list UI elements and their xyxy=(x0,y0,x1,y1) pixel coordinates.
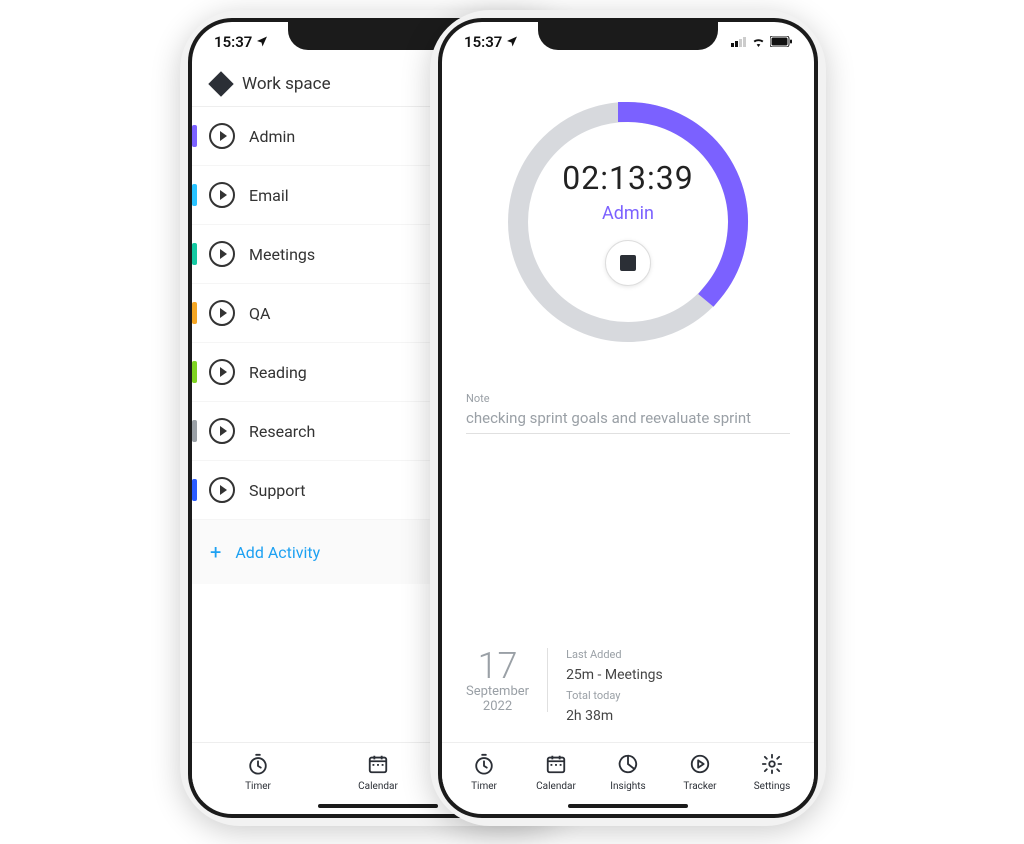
tab-bar: Timer Calendar Insights xyxy=(442,742,814,800)
stopwatch-icon xyxy=(247,753,269,778)
activity-label: Support xyxy=(249,481,305,500)
note-label: Note xyxy=(466,392,790,405)
tab-calendar[interactable]: Calendar xyxy=(528,753,584,792)
calendar-icon xyxy=(545,753,567,778)
tab-settings[interactable]: Settings xyxy=(744,753,800,792)
workspace-label: Work space xyxy=(242,74,331,94)
tab-timer[interactable]: Timer xyxy=(230,753,286,792)
note-text[interactable]: checking sprint goals and reevaluate spr… xyxy=(466,405,790,434)
total-today-value: 2h 38m xyxy=(566,708,663,724)
play-icon[interactable] xyxy=(209,359,235,385)
phone-frame-right: 15:37 xyxy=(430,10,826,826)
play-icon[interactable] xyxy=(209,418,235,444)
plus-icon: + xyxy=(210,540,221,564)
activity-label: Reading xyxy=(249,363,307,382)
activity-color xyxy=(192,302,197,324)
activity-color xyxy=(192,184,197,206)
date-column: 17 September 2022 xyxy=(466,648,529,714)
location-icon xyxy=(256,33,268,51)
summary-row: 17 September 2022 Last Added 25m - Meeti… xyxy=(442,648,814,742)
date-day: 17 xyxy=(478,648,518,684)
last-added-value: 25m - Meetings xyxy=(566,667,663,683)
battery-icon xyxy=(770,33,792,51)
tab-calendar[interactable]: Calendar xyxy=(350,753,406,792)
status-time: 15:37 xyxy=(464,33,502,51)
tracker-icon xyxy=(689,753,711,778)
stats-column: Last Added 25m - Meetings Total today 2h… xyxy=(566,648,663,724)
activity-label: Meetings xyxy=(249,245,315,264)
play-icon[interactable] xyxy=(209,477,235,503)
screen-timer: 15:37 xyxy=(442,22,814,814)
pie-icon xyxy=(617,753,639,778)
progress-ring xyxy=(498,92,758,352)
stopwatch-icon xyxy=(473,753,495,778)
activity-label: Admin xyxy=(249,127,295,146)
activity-color xyxy=(192,125,197,147)
play-icon[interactable] xyxy=(209,241,235,267)
note-area[interactable]: Note checking sprint goals and reevaluat… xyxy=(442,352,814,434)
location-icon xyxy=(506,33,518,51)
home-indicator xyxy=(568,804,688,808)
play-icon[interactable] xyxy=(209,182,235,208)
tab-tracker[interactable]: Tracker xyxy=(672,753,728,792)
workspace-icon xyxy=(208,71,233,96)
wifi-icon xyxy=(751,33,766,51)
timer-ring: 02:13:39 Admin xyxy=(442,62,814,352)
add-activity-label: Add Activity xyxy=(235,543,320,562)
status-time: 15:37 xyxy=(214,33,252,51)
date-month: September xyxy=(466,684,529,699)
activity-label: Research xyxy=(249,422,315,441)
divider xyxy=(547,648,548,712)
activity-label: QA xyxy=(249,304,270,323)
play-icon[interactable] xyxy=(209,300,235,326)
home-indicator xyxy=(318,804,438,808)
notch xyxy=(538,22,718,50)
calendar-icon xyxy=(367,753,389,778)
total-today-label: Total today xyxy=(566,689,663,702)
gear-icon xyxy=(761,753,783,778)
activity-color xyxy=(192,420,197,442)
activity-label: Email xyxy=(249,186,289,205)
date-year: 2022 xyxy=(483,699,512,714)
activity-color xyxy=(192,361,197,383)
last-added-label: Last Added xyxy=(566,648,663,661)
activity-color xyxy=(192,243,197,265)
tab-timer[interactable]: Timer xyxy=(456,753,512,792)
signal-icon xyxy=(731,33,747,51)
activity-color xyxy=(192,479,197,501)
tab-insights[interactable]: Insights xyxy=(600,753,656,792)
play-icon[interactable] xyxy=(209,123,235,149)
